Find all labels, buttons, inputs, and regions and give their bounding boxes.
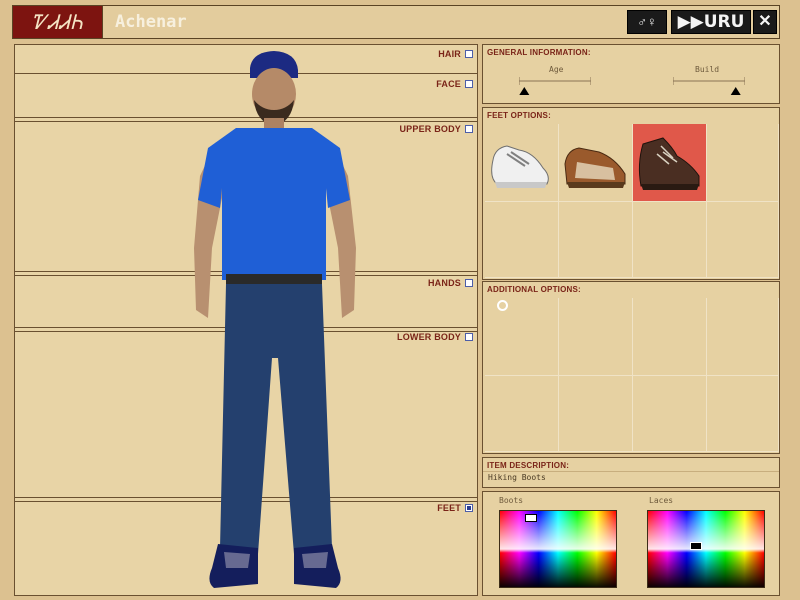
item-description-text: Hiking Boots	[483, 471, 779, 483]
feet-options-panel: FEET OPTIONS:	[482, 107, 780, 280]
general-info-panel: GENERAL INFORMATION: Age Build	[482, 44, 780, 104]
upper-body-checkbox[interactable]	[465, 125, 473, 133]
feet-checkbox[interactable]	[465, 504, 473, 512]
section-hair[interactable]: HAIR	[438, 49, 473, 59]
avatar-figure[interactable]	[186, 48, 366, 596]
feet-option-empty-5	[707, 202, 779, 278]
additional-option-empty-5	[559, 376, 633, 452]
hair-checkbox[interactable]	[465, 50, 473, 58]
section-feet[interactable]: FEET	[437, 503, 473, 513]
laces-color-swatch[interactable]	[647, 510, 765, 588]
additional-option-none[interactable]	[485, 298, 559, 376]
additional-option-empty-4	[485, 376, 559, 452]
feet-option-empty-4	[633, 202, 707, 278]
laces-color-label: Laces	[649, 496, 674, 505]
feet-option-white-sneaker[interactable]	[485, 124, 559, 202]
lower-body-checkbox[interactable]	[465, 333, 473, 341]
feet-options-header: FEET OPTIONS:	[487, 111, 551, 120]
additional-options-header: ADDITIONAL OPTIONS:	[487, 285, 581, 294]
laces-color-cursor-icon[interactable]	[690, 542, 702, 550]
title-bar: ᏤᏗᏗᏂ Achenar ♂♀ ▶▶URU ✕	[12, 5, 780, 39]
section-hands[interactable]: HANDS	[428, 278, 473, 288]
additional-option-empty-2	[633, 298, 707, 376]
close-button[interactable]: ✕	[753, 10, 777, 34]
item-description-header: ITEM DESCRIPTION:	[487, 461, 570, 470]
play-uru-button[interactable]: ▶▶URU	[671, 10, 751, 34]
none-circle-icon	[497, 300, 508, 311]
build-slider[interactable]	[673, 75, 745, 99]
build-label: Build	[695, 65, 720, 74]
feet-option-brown-sandal[interactable]	[559, 124, 633, 202]
section-lower-body[interactable]: LOWER BODY	[397, 332, 473, 342]
general-info-header: GENERAL INFORMATION:	[487, 48, 591, 57]
build-slider-thumb[interactable]	[730, 87, 741, 95]
feet-option-empty-1	[707, 124, 779, 202]
additional-option-empty-7	[707, 376, 779, 452]
additional-option-empty-1	[559, 298, 633, 376]
item-description-panel: ITEM DESCRIPTION: Hiking Boots	[482, 457, 780, 488]
age-label: Age	[549, 65, 564, 74]
feet-option-hiking-boot[interactable]	[633, 124, 707, 202]
feet-option-empty-2	[485, 202, 559, 278]
age-slider[interactable]	[519, 75, 591, 99]
boots-color-swatch[interactable]	[499, 510, 617, 588]
color-picker-panel: Boots Laces	[482, 491, 780, 596]
fast-forward-icon: ▶▶	[677, 12, 704, 32]
gender-toggle-button[interactable]: ♂♀	[627, 10, 667, 34]
avatar-name: Achenar	[115, 12, 187, 32]
male-female-icon: ♂♀	[637, 14, 657, 29]
section-face[interactable]: FACE	[436, 79, 473, 89]
boots-color-cursor-icon[interactable]	[525, 514, 537, 522]
face-checkbox[interactable]	[465, 80, 473, 88]
age-slider-thumb[interactable]	[519, 87, 530, 95]
boots-color-label: Boots	[499, 496, 524, 505]
section-upper-body[interactable]: UPPER BODY	[399, 124, 473, 134]
uru-logo: ᏤᏗᏗᏂ	[13, 6, 103, 38]
additional-option-empty-6	[633, 376, 707, 452]
hands-checkbox[interactable]	[465, 279, 473, 287]
feet-option-empty-3	[559, 202, 633, 278]
additional-option-empty-3	[707, 298, 779, 376]
additional-options-panel: ADDITIONAL OPTIONS:	[482, 281, 780, 454]
